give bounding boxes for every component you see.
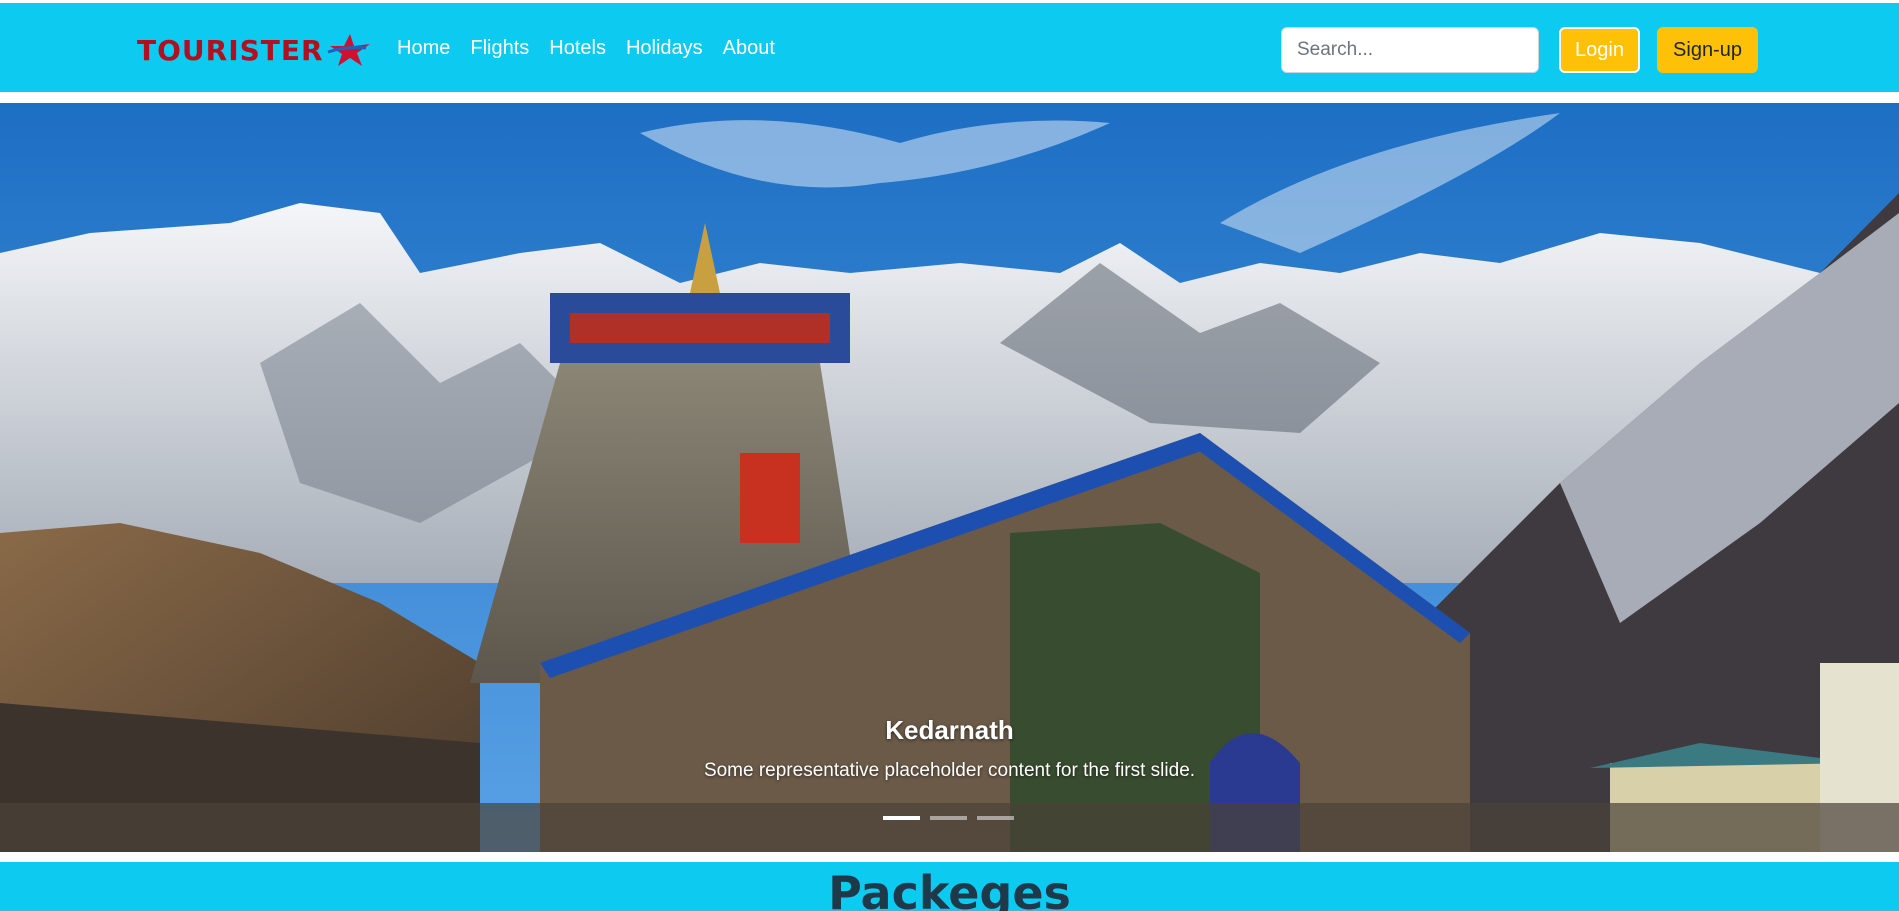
nav-links: Home Flights Hotels Holidays About xyxy=(397,37,795,60)
star-icon xyxy=(327,34,370,66)
carousel-indicator-2[interactable] xyxy=(930,816,967,820)
search-input[interactable] xyxy=(1281,27,1539,73)
nav-link-holidays[interactable]: Holidays xyxy=(626,37,703,60)
nav-link-flights[interactable]: Flights xyxy=(470,37,529,60)
nav-link-about[interactable]: About xyxy=(723,37,775,60)
nav-link-hotels[interactable]: Hotels xyxy=(549,37,606,60)
hero-carousel[interactable]: Kedarnath Some representative placeholde… xyxy=(0,103,1899,852)
signup-button[interactable]: Sign-up xyxy=(1657,27,1758,73)
navbar: TOURISTER Home Flights Hotels Holidays A… xyxy=(0,3,1899,92)
slide-text: Some representative placeholder content … xyxy=(703,760,1196,781)
brand-name: TOURISTER xyxy=(137,33,324,67)
brand-logo[interactable]: TOURISTER xyxy=(137,29,372,71)
nav-link-home[interactable]: Home xyxy=(397,37,450,60)
carousel-indicator-3[interactable] xyxy=(977,816,1014,820)
slide-title: Kedarnath xyxy=(885,715,1014,745)
packages-section: Packeges xyxy=(0,862,1899,911)
login-button[interactable]: Login xyxy=(1559,27,1640,73)
carousel-indicators xyxy=(883,816,1014,820)
carousel-caption: Kedarnath Some representative placeholde… xyxy=(0,715,1899,782)
carousel-indicator-1[interactable] xyxy=(883,816,920,820)
packages-heading: Packeges xyxy=(828,866,1071,911)
